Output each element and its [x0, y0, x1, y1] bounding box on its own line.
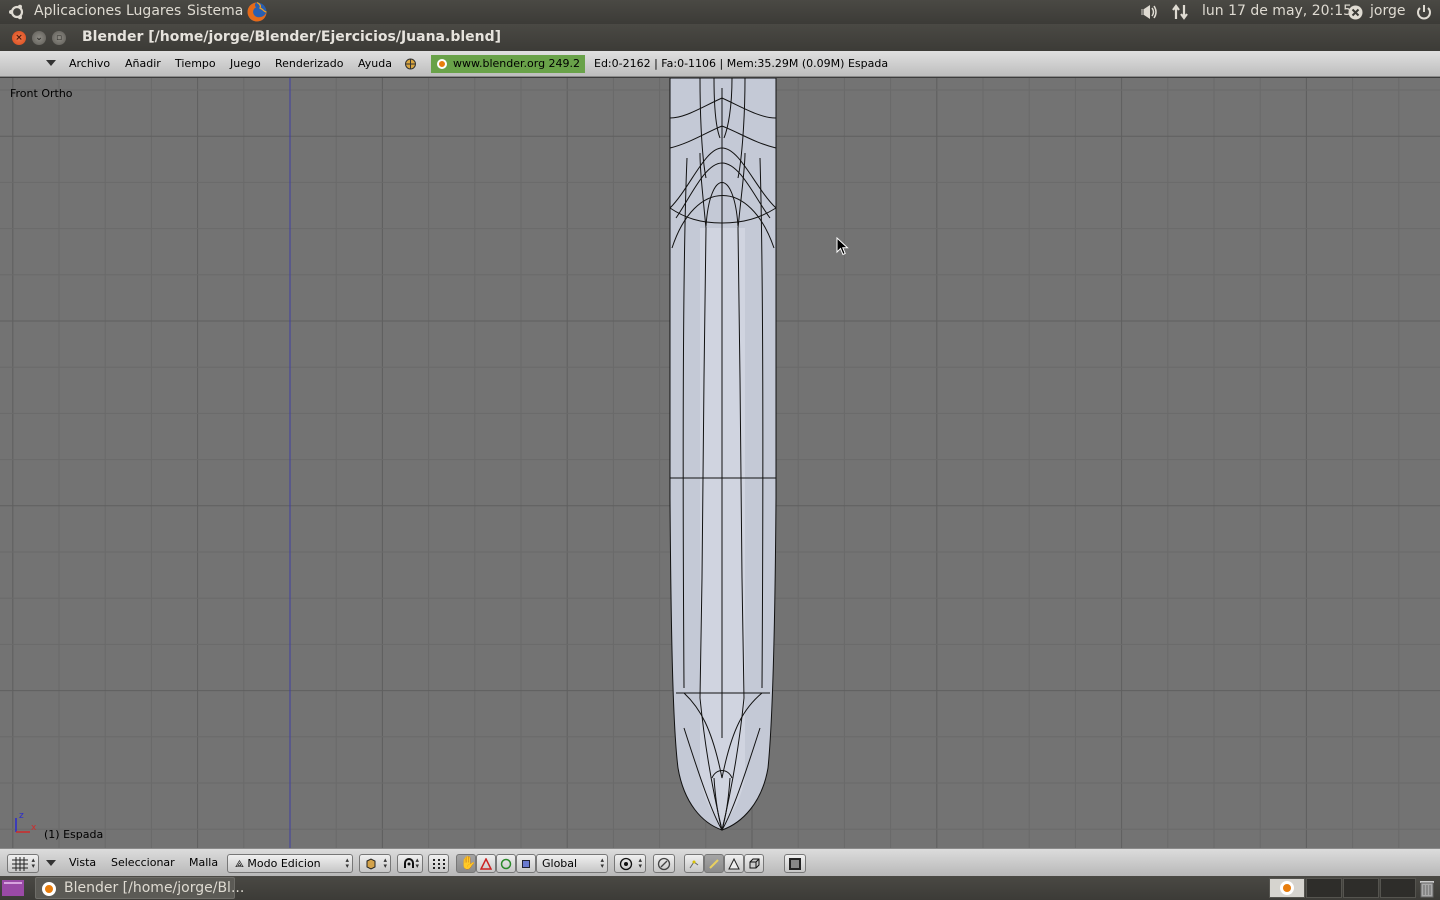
- snap-element-button[interactable]: [653, 854, 675, 873]
- edge-select-icon: [709, 859, 719, 869]
- updown-arrows-icon: ▴ ▾: [638, 856, 642, 870]
- edge-select-button[interactable]: [704, 854, 724, 873]
- menu-seleccionar[interactable]: Seleccionar: [111, 856, 175, 869]
- proportional-icon: [619, 857, 633, 871]
- user-status-icon[interactable]: [1348, 5, 1363, 20]
- window-titlebar[interactable]: × ⌄ ▫ Blender [/home/jorge/Blender/Ejerc…: [0, 24, 1440, 51]
- rotate-icon: [500, 858, 512, 870]
- power-icon[interactable]: [1415, 3, 1433, 21]
- menu-tiempo[interactable]: Tiempo: [175, 57, 216, 70]
- menu-vista[interactable]: Vista: [69, 856, 96, 869]
- grid-editor-icon: [12, 857, 28, 871]
- vertex-select-button[interactable]: [684, 854, 704, 873]
- pivot-icon: [404, 858, 414, 868]
- taskbar-item-blender[interactable]: Blender [/home/jorge/Bl...: [35, 877, 244, 899]
- 3d-viewport[interactable]: z x Front Ortho (1) Espada: [0, 78, 1440, 848]
- blender-url-text: www.blender.org 249.2: [453, 57, 581, 70]
- updown-arrows-icon: ▴ ▾: [31, 856, 35, 870]
- rotate-manipulator-button[interactable]: [496, 854, 516, 873]
- menu-anadir[interactable]: Añadir: [125, 57, 161, 70]
- updown-arrows-icon: ▴ ▾: [415, 856, 419, 870]
- workspace-4[interactable]: [1380, 878, 1416, 898]
- menu-sistema[interactable]: Sistema: [187, 3, 243, 19]
- translate-manipulator-button[interactable]: [476, 854, 496, 873]
- render-icon: [789, 858, 801, 870]
- top-panel: Aplicaciones Lugares Sistema lun 17 de m…: [0, 0, 1440, 24]
- blender-info-header: Archivo Añadir Tiempo Juego Renderizado …: [0, 51, 1440, 77]
- sword-mesh[interactable]: [669, 78, 777, 831]
- menu-juego[interactable]: Juego: [230, 57, 261, 70]
- close-window-button[interactable]: ×: [12, 31, 26, 45]
- volume-icon[interactable]: [1140, 4, 1160, 20]
- snap-toggle[interactable]: [428, 854, 449, 873]
- header-collapse-icon[interactable]: [46, 860, 56, 866]
- face-select-icon: [728, 858, 740, 870]
- edit-mode-icon: ⟁: [235, 859, 244, 870]
- menu-lugares[interactable]: Lugares: [126, 3, 181, 19]
- trash-icon[interactable]: [1418, 878, 1436, 898]
- mode-select[interactable]: ⟁ Modo Edicion ▴ ▾: [227, 854, 353, 873]
- axis-z-label: z: [19, 811, 24, 821]
- header-collapse-icon[interactable]: [46, 60, 56, 66]
- snap-target-icon: [657, 857, 671, 871]
- blender-icon: [1280, 881, 1294, 895]
- mouse-cursor-icon: [836, 237, 849, 256]
- blender-logo-icon: [437, 59, 447, 69]
- manipulator-toggle[interactable]: ✋: [456, 854, 476, 873]
- workspace-2[interactable]: [1306, 878, 1342, 898]
- maximize-window-button[interactable]: ▫: [52, 31, 66, 45]
- view-name-label: Front Ortho: [10, 87, 73, 100]
- proportional-edit-select[interactable]: ▴ ▾: [614, 854, 646, 873]
- vertex-select-icon: [689, 860, 699, 869]
- scene-screen-icon[interactable]: [403, 56, 418, 72]
- menu-aplicaciones[interactable]: Aplicaciones: [34, 3, 121, 19]
- face-select-button[interactable]: [724, 854, 744, 873]
- orientation-label: Global: [542, 857, 578, 870]
- updown-arrows-icon: ▴ ▾: [600, 856, 604, 870]
- menu-ayuda[interactable]: Ayuda: [358, 57, 392, 70]
- orientation-select[interactable]: Global ▴ ▾: [536, 854, 608, 873]
- minimize-window-button[interactable]: ⌄: [32, 31, 46, 45]
- blender-url-box[interactable]: www.blender.org 249.2: [431, 55, 585, 73]
- cube-icon: [749, 858, 760, 869]
- firefox-launcher-icon[interactable]: [246, 1, 268, 23]
- menu-archivo[interactable]: Archivo: [69, 57, 110, 70]
- viewport-canvas[interactable]: z x: [0, 78, 1440, 848]
- menu-malla[interactable]: Malla: [189, 856, 218, 869]
- network-icon[interactable]: [1171, 3, 1189, 21]
- clock[interactable]: lun 17 de may, 20:15: [1202, 3, 1352, 19]
- scene-stats: Ed:0-2162 | Fa:0-1106 | Mem:35.29M (0.09…: [594, 57, 889, 70]
- axis-x-label: x: [31, 823, 37, 833]
- window-title: Blender [/home/jorge/Blender/Ejercicios/…: [82, 29, 502, 45]
- bottom-taskbar: Blender [/home/jorge/Bl...: [0, 876, 1440, 900]
- show-desktop-icon[interactable]: [2, 880, 24, 896]
- active-object-label: (1) Espada: [44, 828, 104, 841]
- workspace-1[interactable]: [1269, 878, 1305, 898]
- editor-type-button[interactable]: ▴ ▾: [7, 854, 39, 873]
- updown-arrows-icon: ▴ ▾: [383, 856, 387, 870]
- viewport-header: ▴ ▾ Vista Seleccionar Malla ⟁ Modo Edicio…: [0, 848, 1440, 876]
- translate-icon: [480, 858, 492, 870]
- workspace-3[interactable]: [1343, 878, 1379, 898]
- scale-icon: [522, 860, 530, 868]
- taskbar-item-label: Blender [/home/jorge/Bl...: [64, 880, 245, 896]
- updown-arrows-icon: ▴ ▾: [345, 856, 349, 870]
- snap-grid-icon: [433, 859, 445, 869]
- user-name[interactable]: jorge: [1370, 3, 1405, 19]
- occlude-geometry-button[interactable]: [744, 854, 764, 873]
- draw-type-select[interactable]: ▴ ▾: [359, 854, 391, 873]
- render-view-button[interactable]: [784, 854, 806, 873]
- mode-label: Modo Edicion: [247, 857, 321, 870]
- ubuntu-logo-icon[interactable]: [8, 3, 26, 21]
- blender-icon: [42, 882, 56, 896]
- scale-manipulator-button[interactable]: [516, 854, 536, 873]
- pivot-select[interactable]: ▴ ▾: [397, 854, 423, 873]
- solid-shading-icon: [366, 858, 376, 870]
- hand-icon: ✋: [460, 856, 477, 871]
- menu-renderizado[interactable]: Renderizado: [275, 57, 343, 70]
